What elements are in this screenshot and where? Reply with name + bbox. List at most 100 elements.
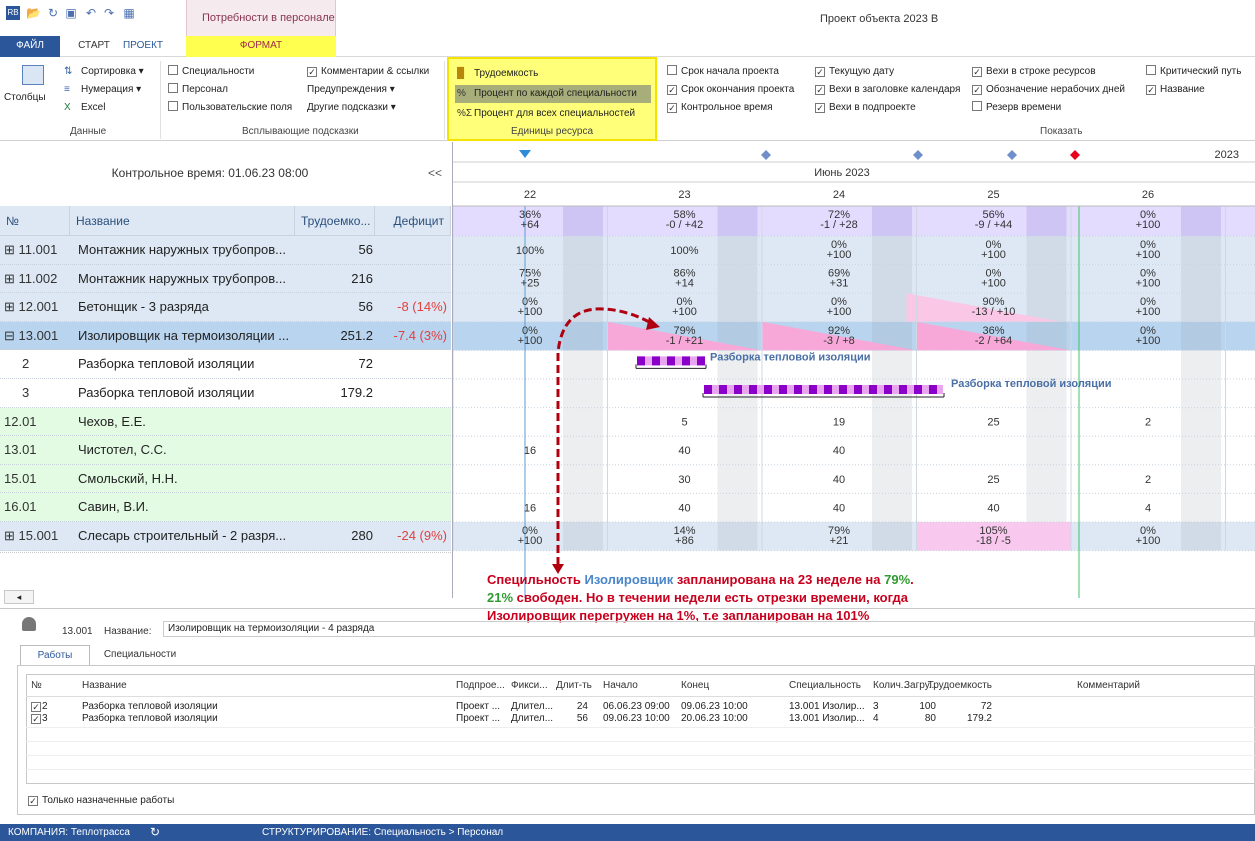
load-cell: -13 / +10 bbox=[972, 306, 1016, 318]
row-labor: 56 bbox=[358, 242, 373, 257]
grid-header: № Название Трудоемко... Дефицит bbox=[0, 206, 451, 236]
numbering-icon: ≡ bbox=[64, 84, 70, 95]
labor-icon: █ bbox=[457, 68, 465, 79]
works-table bbox=[26, 674, 1255, 784]
milestones-header-checkbox[interactable]: ✓ Вехи в заголовке календаря bbox=[815, 83, 960, 97]
tab-file[interactable]: ФАЙЛ bbox=[0, 36, 60, 57]
load-cell: +100 bbox=[1136, 306, 1161, 318]
detail-name-label: Название: bbox=[104, 626, 152, 637]
table-row[interactable]: 12.01 Чехов, Е.Е. bbox=[0, 407, 451, 437]
row-number: ⊞ 12.001 bbox=[4, 299, 59, 315]
weekend-stripe bbox=[563, 236, 603, 551]
load-cell: 19 bbox=[833, 417, 845, 429]
project-start-checkbox[interactable]: Срок начала проекта bbox=[667, 65, 779, 79]
milestones-resources-checkbox[interactable]: ✓ Вехи в строке ресурсов bbox=[972, 65, 1096, 79]
col-labor[interactable]: Трудоемко... bbox=[295, 206, 375, 236]
annotation-line-1: Специльность Изолировщик запланирована н… bbox=[487, 572, 914, 587]
task-bar-segment bbox=[914, 385, 922, 394]
sync-icon[interactable]: ↻ bbox=[150, 824, 160, 841]
collapse-button[interactable]: << bbox=[428, 166, 442, 180]
table-row[interactable]: 16.01 Савин, В.И. bbox=[0, 493, 451, 522]
load-cell: 4 bbox=[1145, 502, 1151, 514]
percent-all-option[interactable]: %Σ Процент для всех специальностей bbox=[457, 107, 635, 121]
warnings-dropdown[interactable]: Предупреждения ▾ bbox=[307, 83, 395, 97]
row-name: Чистотел, С.С. bbox=[78, 442, 167, 458]
excel-button[interactable]: X Excel bbox=[64, 101, 105, 115]
table-row[interactable]: ⊞ 11.002 Монтажник наружных трубопров... 2… bbox=[0, 264, 451, 294]
tab-start[interactable]: СТАРТ bbox=[74, 36, 114, 57]
ribbon: Столбцы ⇅ Сортировка ▾ ≡ Нумерация ▾ X Exce… bbox=[0, 57, 1255, 141]
weekend-stripe bbox=[872, 206, 912, 236]
control-time-checkbox[interactable]: ✓ Контрольное время bbox=[667, 101, 773, 115]
scroll-left-button[interactable]: ◂ bbox=[4, 590, 34, 604]
comments-checkbox[interactable]: ✓ Комментарии & ссылки bbox=[307, 65, 429, 79]
table-row[interactable]: ⊞ 12.001 Бетонщик - 3 разряда 56 -8 (14%) bbox=[0, 293, 451, 322]
task-bar-segment bbox=[794, 385, 802, 394]
undo-icon[interactable]: ↶ bbox=[84, 6, 98, 20]
weekend-stripe bbox=[1026, 206, 1067, 236]
load-cell: +86 bbox=[675, 535, 694, 547]
percent-each-option[interactable]: % Процент по каждой специальности bbox=[457, 87, 637, 101]
task-bar-segment bbox=[824, 385, 832, 394]
other-tooltips-dropdown[interactable]: Другие подсказки ▾ bbox=[307, 101, 396, 115]
table-row[interactable]: 13.01 Чистотел, С.С. bbox=[0, 436, 451, 465]
task-bar-segment bbox=[652, 356, 660, 366]
task-bar-label: Разборка тепловой изоляции bbox=[951, 378, 1112, 390]
time-reserve-checkbox[interactable]: Резерв времени bbox=[972, 101, 1061, 115]
row-number: ⊞ 11.002 bbox=[4, 270, 58, 286]
table-row[interactable]: 15.01 Смольский, Н.Н. bbox=[0, 464, 451, 494]
tab-format[interactable]: ФОРМАТ bbox=[186, 36, 336, 57]
excel-icon: X bbox=[64, 102, 71, 113]
user-fields-checkbox[interactable]: Пользовательские поля bbox=[168, 101, 292, 115]
summary-cell: +100 bbox=[1136, 219, 1161, 231]
tab-specialties[interactable]: Специальности bbox=[100, 645, 180, 665]
columns-button[interactable]: Столбцы bbox=[4, 92, 46, 103]
task-bar-segment bbox=[854, 385, 862, 394]
table-row[interactable]: 2 Разборка тепловой изоляции 72 bbox=[0, 350, 451, 379]
tab-project[interactable]: ПРОЕКТ bbox=[118, 36, 168, 57]
table-row[interactable]: ⊟ 13.001 Изолировщик на термоизоляции ...… bbox=[0, 321, 451, 351]
detail-name-field[interactable]: Изолировщик на термоизоляции - 4 разряда bbox=[163, 621, 1255, 637]
open-folder-icon[interactable]: 📂 bbox=[26, 6, 41, 20]
detail-id: 13.001 bbox=[62, 626, 93, 637]
only-assigned-checkbox[interactable]: ✓ Только назначенные работы bbox=[28, 794, 174, 808]
annotation-line-2: 21% свободен. Но в течении недели есть о… bbox=[487, 590, 909, 605]
labor-option[interactable]: █ Трудоемкость bbox=[457, 67, 538, 81]
task-bar-segment bbox=[697, 356, 705, 366]
load-cell: -3 / +8 bbox=[823, 335, 855, 347]
weekend-stripe bbox=[717, 206, 758, 236]
table-row[interactable]: ⊞ 11.001 Монтажник наружных трубопров... 5… bbox=[0, 236, 451, 265]
quick-access-menu-icon[interactable]: ▦ bbox=[122, 6, 136, 20]
load-cell: 5 bbox=[681, 417, 687, 429]
specialties-checkbox[interactable]: Специальности bbox=[168, 65, 254, 79]
refresh-icon[interactable]: ↻ bbox=[46, 6, 60, 20]
row-number: 12.01 bbox=[4, 413, 37, 429]
row-name: Бетонщик - 3 разряда bbox=[78, 299, 209, 315]
col-name[interactable]: Название bbox=[70, 206, 295, 236]
row-number: 3 bbox=[22, 385, 30, 400]
table-row[interactable]: 3 Разборка тепловой изоляции 179.2 bbox=[0, 379, 451, 408]
personnel-checkbox[interactable]: Персонал bbox=[168, 83, 228, 97]
col-deficit[interactable]: Дефицит bbox=[375, 206, 451, 236]
nonworking-days-checkbox[interactable]: ✓ Обозначение нерабочих дней bbox=[972, 83, 1125, 97]
task-bar-segment bbox=[682, 356, 690, 366]
load-cell: +100 bbox=[827, 249, 852, 261]
row-labor: 216 bbox=[351, 270, 373, 286]
table-row[interactable]: ⊞ 15.001 Слесарь строительный - 2 разря..… bbox=[0, 522, 451, 551]
tab-works[interactable]: Работы bbox=[20, 645, 90, 665]
sort-button[interactable]: ⇅ Сортировка ▾ bbox=[64, 65, 144, 79]
name-checkbox[interactable]: ✓ Название bbox=[1146, 83, 1205, 97]
col-number[interactable]: № bbox=[0, 206, 70, 236]
critical-path-checkbox[interactable]: Критический путь bbox=[1146, 65, 1241, 79]
milestones-subproject-checkbox[interactable]: ✓ Вехи в подпроекте bbox=[815, 101, 916, 115]
save-icon[interactable]: ▣ bbox=[64, 6, 78, 20]
resource-chart: 2023 Июнь 2023 22 23 24 25 26 36% +64 58% -0 / +42… bbox=[452, 142, 1255, 598]
summary-cell: -0 / +42 bbox=[666, 219, 704, 231]
project-end-checkbox[interactable]: ✓ Срок окончания проекта bbox=[667, 83, 794, 97]
weekend-stripe bbox=[1026, 236, 1067, 551]
redo-icon[interactable]: ↷ bbox=[102, 6, 116, 20]
percent-icon: % bbox=[457, 88, 466, 99]
numbering-button[interactable]: ≡ Нумерация ▾ bbox=[64, 83, 141, 97]
load-cell: -1 / +21 bbox=[666, 335, 704, 347]
current-date-checkbox[interactable]: ✓ Текущую дату bbox=[815, 65, 894, 79]
